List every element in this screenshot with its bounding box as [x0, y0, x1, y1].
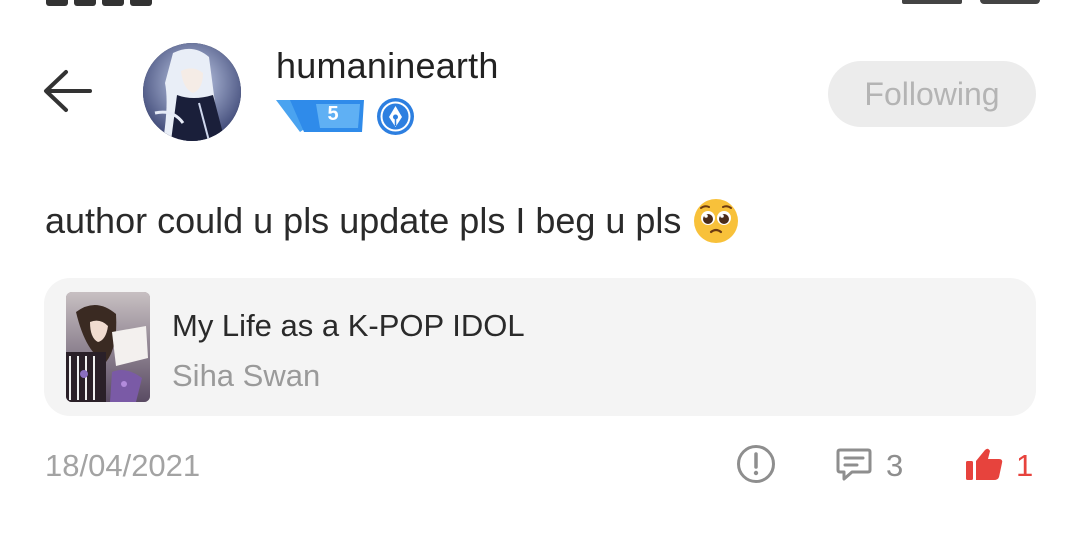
status-bar-indicators	[902, 0, 1040, 4]
status-bar	[0, 0, 1080, 8]
level-number: 5	[327, 103, 339, 125]
comment-date: 18/04/2021	[45, 448, 201, 483]
like-count: 1	[1016, 448, 1034, 483]
following-button[interactable]: Following	[828, 61, 1036, 127]
status-bar-time	[46, 0, 186, 6]
username[interactable]: humaninearth	[276, 45, 499, 87]
battery-icon	[980, 0, 1040, 4]
book-cover	[66, 292, 150, 402]
comment-icon[interactable]	[834, 444, 874, 484]
pleading-face-emoji	[693, 198, 739, 244]
pen-badge-icon	[376, 97, 415, 136]
comment-body: author could u pls update pls I beg u pl…	[45, 198, 739, 244]
exclamation-circle-icon[interactable]	[736, 444, 776, 484]
thumbs-up-icon[interactable]	[964, 444, 1004, 484]
avatar[interactable]	[143, 43, 241, 141]
book-card[interactable]: My Life as a K-POP IDOL Siha Swan	[44, 278, 1036, 416]
book-author: Siha Swan	[172, 358, 321, 393]
book-title: My Life as a K-POP IDOL	[172, 308, 525, 343]
signal-icon	[902, 0, 962, 4]
reply-count: 3	[886, 448, 904, 483]
comment-text: author could u pls update pls I beg u pl…	[45, 200, 682, 241]
back-arrow-icon[interactable]	[38, 62, 96, 120]
